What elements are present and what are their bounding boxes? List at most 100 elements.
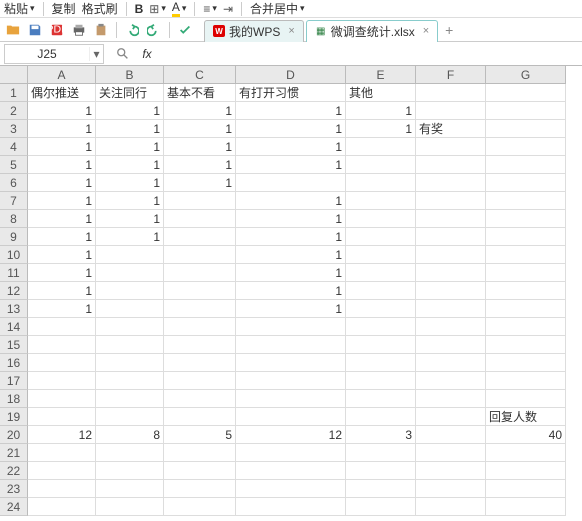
merge-center-button[interactable]: 合并居中▾	[250, 0, 305, 17]
print-icon[interactable]	[70, 21, 88, 39]
cell[interactable]: 1	[236, 138, 346, 156]
cell[interactable]: 12	[28, 426, 96, 444]
cells-area[interactable]: 偶尔推送关注同行基本不看有打开习惯其他1111111111有奖111111111…	[28, 84, 566, 516]
cell[interactable]: 5	[164, 426, 236, 444]
row-header[interactable]: 12	[0, 282, 28, 300]
cell[interactable]	[164, 480, 236, 498]
cell[interactable]	[164, 192, 236, 210]
cell[interactable]	[236, 480, 346, 498]
cell[interactable]	[236, 462, 346, 480]
cell[interactable]	[346, 246, 416, 264]
row-header[interactable]: 5	[0, 156, 28, 174]
cell[interactable]	[346, 390, 416, 408]
cell[interactable]	[164, 228, 236, 246]
cell[interactable]	[164, 282, 236, 300]
cell[interactable]: 3	[346, 426, 416, 444]
row-header[interactable]: 4	[0, 138, 28, 156]
cell[interactable]: 1	[164, 120, 236, 138]
cell[interactable]: 偶尔推送	[28, 84, 96, 102]
check-icon[interactable]	[176, 21, 194, 39]
column-header[interactable]: G	[486, 66, 566, 84]
cell[interactable]	[416, 156, 486, 174]
column-header[interactable]: B	[96, 66, 164, 84]
cell[interactable]	[416, 264, 486, 282]
cell[interactable]	[486, 102, 566, 120]
cell[interactable]	[28, 354, 96, 372]
fill-color-dropdown[interactable]: A▾	[172, 0, 187, 17]
cell[interactable]	[416, 192, 486, 210]
row-header[interactable]: 21	[0, 444, 28, 462]
cell[interactable]	[346, 354, 416, 372]
cell[interactable]	[96, 336, 164, 354]
cell[interactable]	[486, 354, 566, 372]
cell[interactable]: 1	[164, 174, 236, 192]
row-header[interactable]: 16	[0, 354, 28, 372]
cell[interactable]: 1	[236, 192, 346, 210]
name-box[interactable]: J25 ▾	[4, 44, 104, 64]
cell[interactable]	[236, 354, 346, 372]
row-header[interactable]: 2	[0, 102, 28, 120]
cell[interactable]	[486, 318, 566, 336]
cell[interactable]: 1	[164, 102, 236, 120]
cell[interactable]	[416, 228, 486, 246]
row-header[interactable]: 20	[0, 426, 28, 444]
cell[interactable]	[164, 462, 236, 480]
cell[interactable]	[96, 444, 164, 462]
cell[interactable]	[346, 174, 416, 192]
row-header[interactable]: 7	[0, 192, 28, 210]
cell[interactable]: 回复人数	[486, 408, 566, 426]
close-icon[interactable]: ×	[288, 25, 294, 37]
paste-group[interactable]: 粘贴▾	[4, 0, 35, 17]
cell[interactable]: 1	[96, 156, 164, 174]
cell[interactable]	[486, 300, 566, 318]
cell[interactable]	[346, 462, 416, 480]
cell[interactable]: 1	[236, 156, 346, 174]
cell[interactable]: 基本不看	[164, 84, 236, 102]
cell[interactable]: 1	[96, 192, 164, 210]
cell[interactable]: 1	[164, 138, 236, 156]
cell[interactable]	[96, 480, 164, 498]
cell[interactable]	[164, 408, 236, 426]
cell[interactable]: 1	[28, 138, 96, 156]
cell[interactable]: 12	[236, 426, 346, 444]
cell[interactable]	[486, 390, 566, 408]
cell[interactable]: 8	[96, 426, 164, 444]
cell[interactable]: 有打开习惯	[236, 84, 346, 102]
cell[interactable]	[28, 408, 96, 426]
row-header[interactable]: 1	[0, 84, 28, 102]
align-dropdown[interactable]: ≡▾	[203, 2, 217, 16]
cell[interactable]: 1	[28, 174, 96, 192]
cell[interactable]	[416, 282, 486, 300]
zoom-icon[interactable]	[114, 45, 132, 63]
cell[interactable]: 有奖	[416, 120, 486, 138]
cell[interactable]: 1	[346, 120, 416, 138]
cell[interactable]: 1	[236, 264, 346, 282]
cell[interactable]	[416, 408, 486, 426]
cell[interactable]: 1	[236, 300, 346, 318]
bold-button[interactable]: B	[135, 2, 144, 16]
cell[interactable]	[28, 390, 96, 408]
cell[interactable]	[486, 480, 566, 498]
close-icon[interactable]: ×	[423, 25, 429, 37]
cell[interactable]	[28, 372, 96, 390]
cell[interactable]: 1	[28, 102, 96, 120]
cell[interactable]	[96, 264, 164, 282]
cell[interactable]	[346, 498, 416, 516]
cell[interactable]	[486, 138, 566, 156]
cell[interactable]	[416, 390, 486, 408]
row-header[interactable]: 13	[0, 300, 28, 318]
cell[interactable]	[416, 84, 486, 102]
cell[interactable]: 1	[96, 102, 164, 120]
cell[interactable]	[164, 336, 236, 354]
cell[interactable]	[346, 318, 416, 336]
cell[interactable]	[346, 228, 416, 246]
cell[interactable]	[346, 282, 416, 300]
cell[interactable]	[486, 192, 566, 210]
cell[interactable]	[486, 372, 566, 390]
row-header[interactable]: 24	[0, 498, 28, 516]
cell[interactable]	[164, 390, 236, 408]
cell[interactable]	[486, 282, 566, 300]
cell[interactable]	[486, 120, 566, 138]
cell[interactable]: 1	[28, 156, 96, 174]
cell[interactable]	[346, 336, 416, 354]
